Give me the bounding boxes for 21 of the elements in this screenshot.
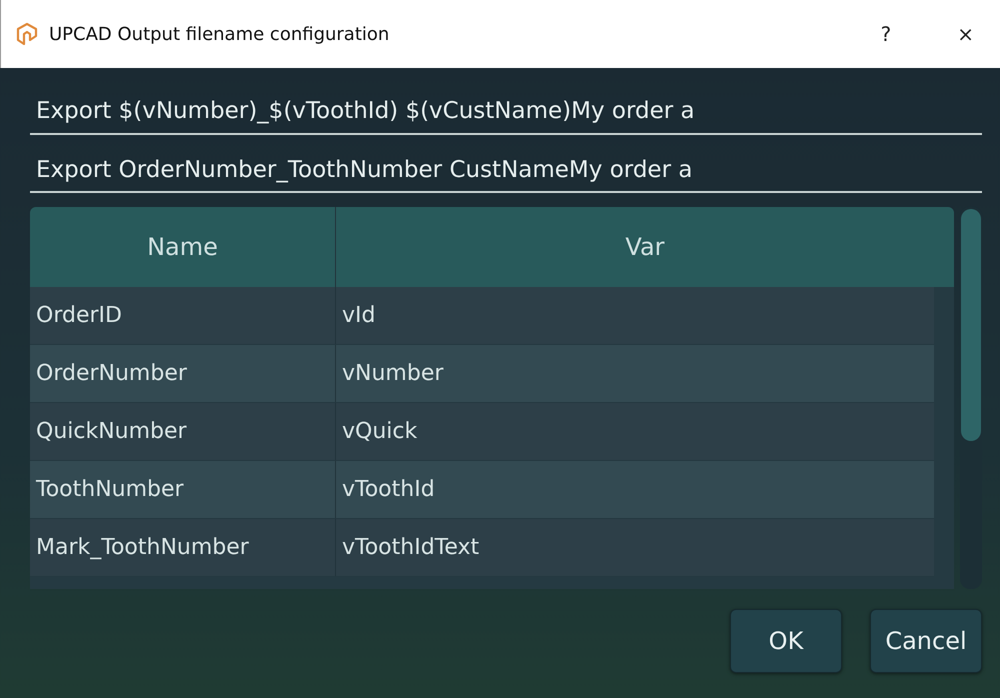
table-cell: ToothNumber [30,461,336,518]
table-cell: OrderID [30,287,336,344]
column-header: Var [624,232,666,263]
preview-field[interactable]: Export OrderNumber_ToothNumber CustNameMy order a [30,148,982,193]
window-title: UPCAD Output filename configuration [49,22,390,46]
ok-button[interactable]: OK [730,609,842,673]
table-cell-text: vToothIdText [341,534,480,562]
table-cell-text: vToothId [341,476,436,504]
scrollbar-thumb[interactable] [961,209,981,441]
scrollbar[interactable] [960,207,982,589]
cancel-button[interactable]: Cancel [870,609,982,673]
table-cell-text: vQuick [341,418,418,446]
table-cell-text: vId [341,302,376,330]
help-button[interactable]: ? [872,19,900,49]
table-cell: QuickNumber [30,403,336,460]
table-cell: OrderNumber [30,345,336,402]
table-cell: Mark_ToothNumber [30,519,336,576]
pattern-field[interactable]: Export $(vNumber)_$(vToothId) $(vCustName)My order a [30,90,982,134]
app-logo-icon [15,22,39,46]
close-button[interactable]: × [949,19,982,49]
table-cell-text: vNumber [341,360,444,388]
